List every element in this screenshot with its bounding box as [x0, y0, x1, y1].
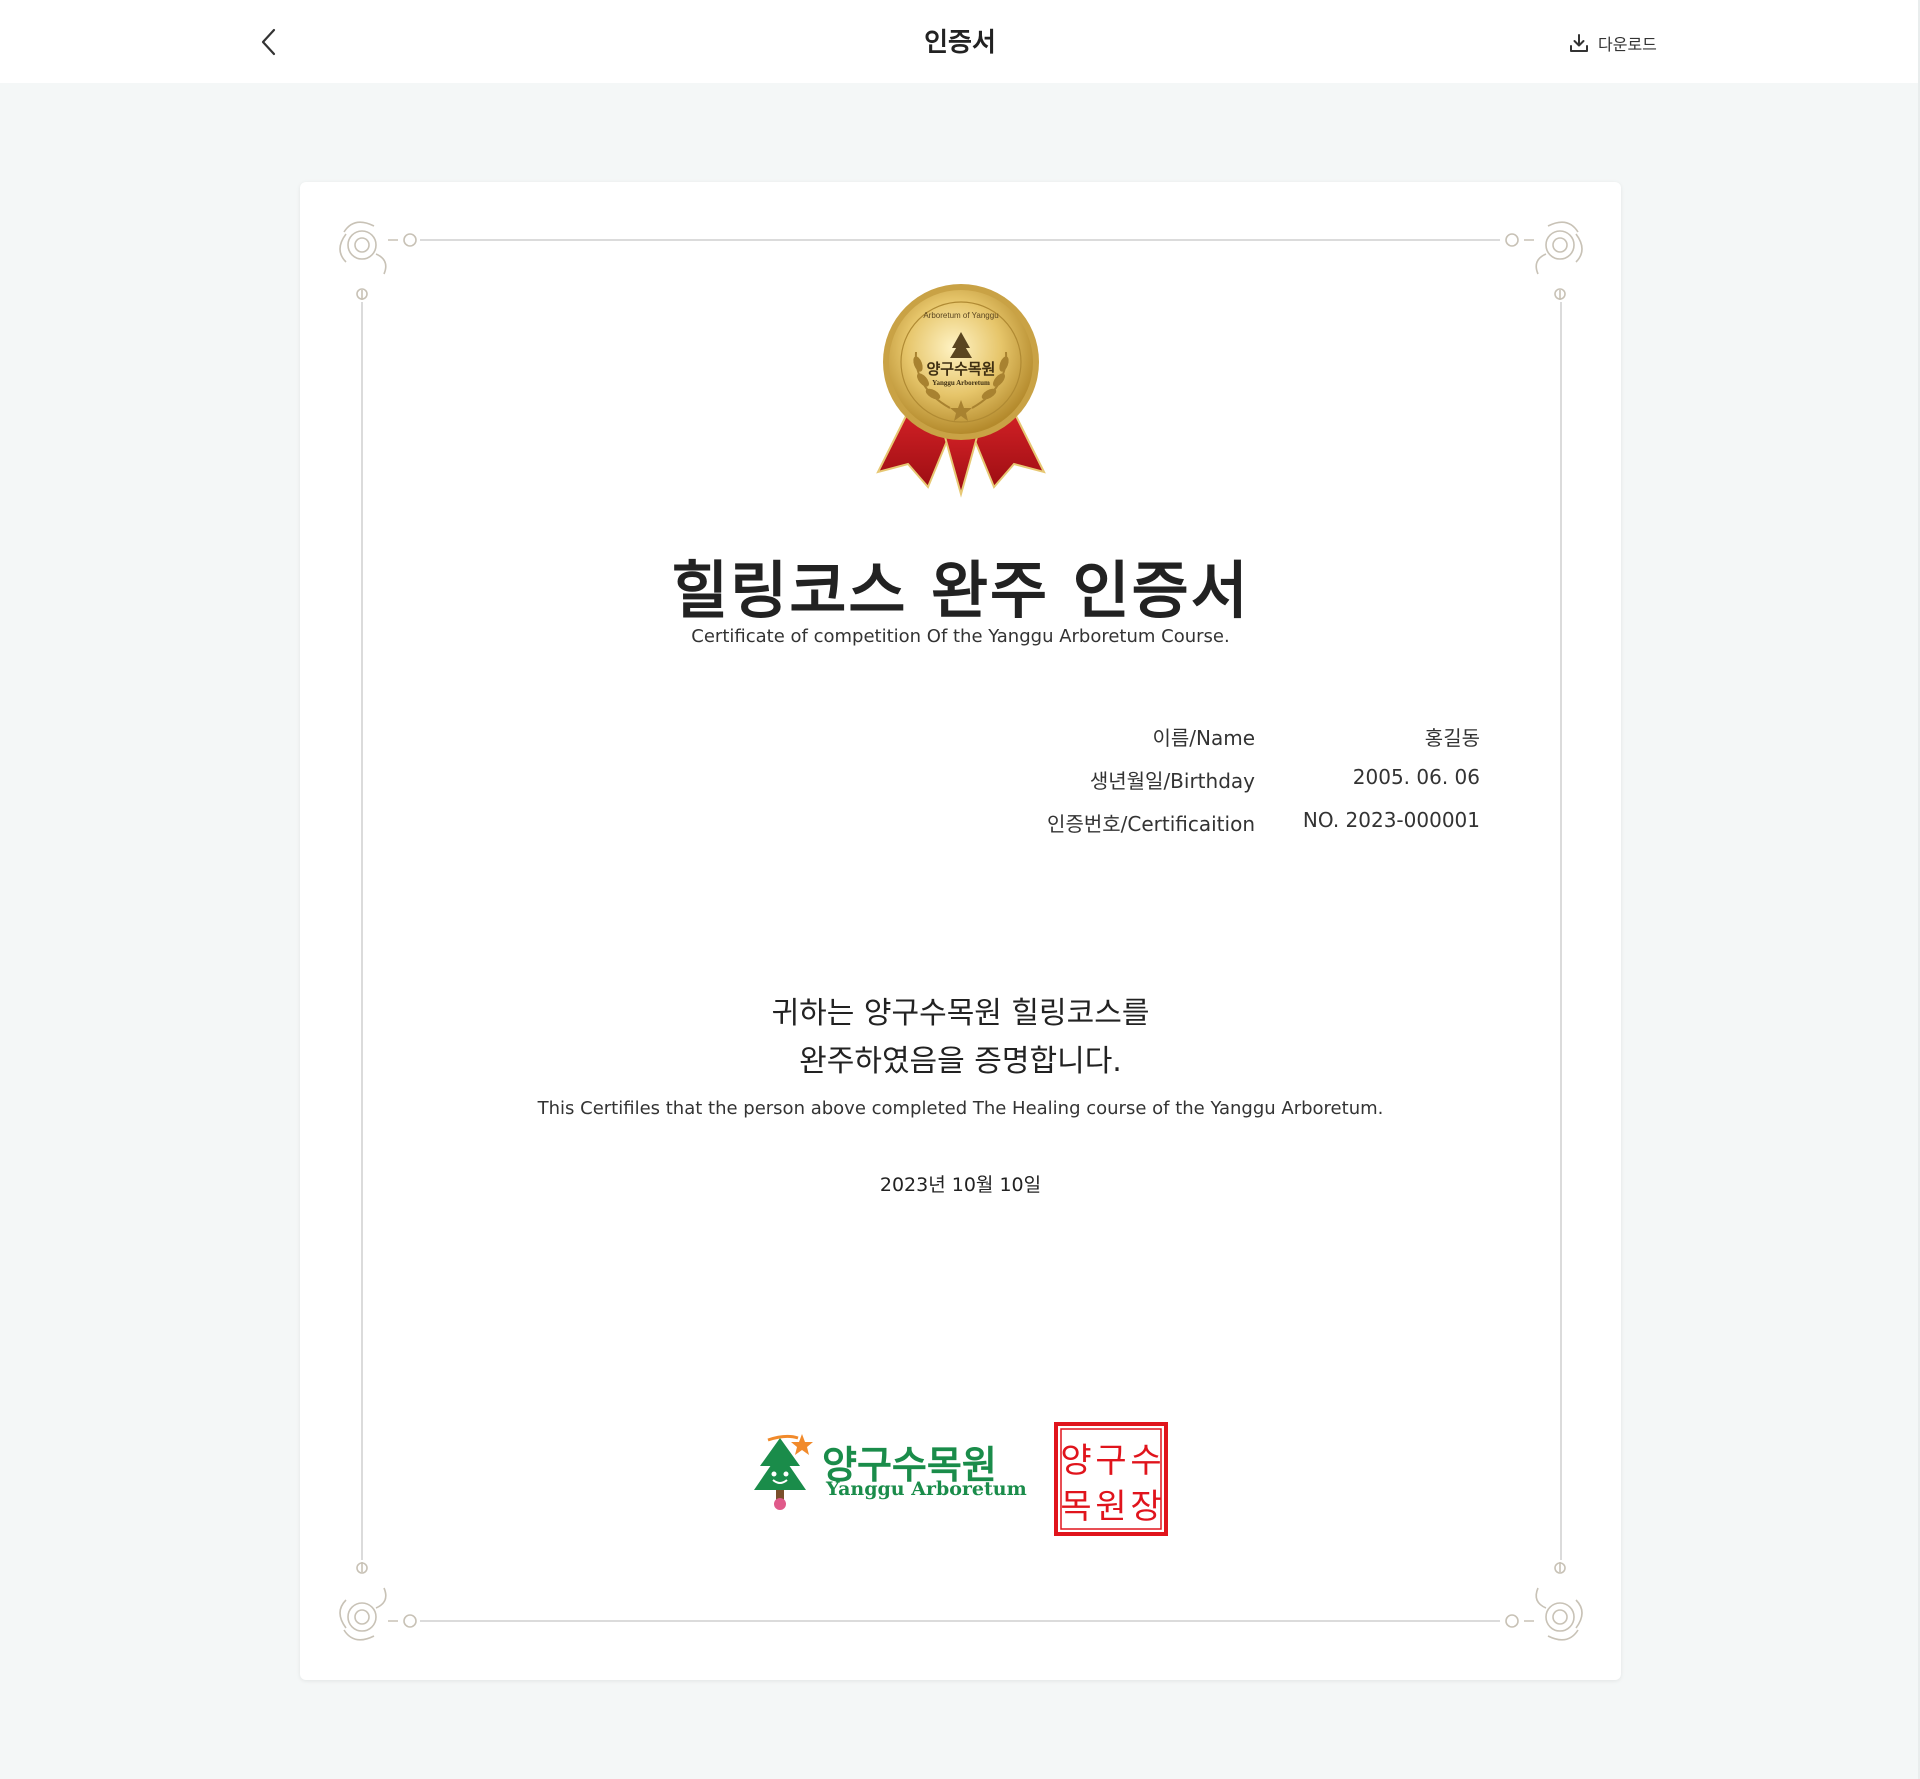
info-value: NO. 2023-000001: [1302, 808, 1480, 832]
arboretum-logo: 양구수목원 Yanggu Arboretum: [750, 1432, 1027, 1512]
info-value: 2005. 06. 06: [1352, 765, 1480, 789]
certificate-subtitle: Certificate of competition Of the Yanggu…: [691, 626, 1230, 647]
seal-char: 구: [1095, 1441, 1126, 1481]
info-row-certification: 인증번호/Certificaition NO. 2023-000001: [940, 808, 1480, 851]
info-label: 인증번호/Certificaition: [1047, 812, 1255, 836]
info-value: 홍길동: [1424, 726, 1480, 750]
corner-ornament-bl: [339, 1562, 417, 1641]
download-label: 다운로드: [1598, 35, 1657, 54]
info-label: 생년월일/Birthday: [1089, 769, 1255, 793]
certificate-title: 힐링코스 완주 인증서: [671, 554, 1250, 627]
statement-line-1: 귀하는 양구수목원 힐링코스를: [771, 996, 1150, 1031]
medal-ko-text: 양구수목원: [926, 360, 995, 378]
logo-english-text: Yanggu Arboretum: [826, 1478, 1027, 1500]
top-bar: 인증서 다운로드: [0, 0, 1920, 83]
medal-icon: Arboretum of Yanggu 양구수목원 Yanggu Arboret…: [876, 284, 1046, 498]
tree-icon: [754, 1434, 813, 1510]
info-table: 이름/Name 홍길동 생년월일/Birthday 2005. 06. 06 인…: [940, 722, 1480, 851]
info-row-birthday: 생년월일/Birthday 2005. 06. 06: [940, 765, 1480, 808]
statement: 귀하는 양구수목원 힐링코스를 완주하였음을 증명합니다.: [300, 990, 1621, 1086]
official-seal-icon: 양 구 수 목 원 장: [1054, 1422, 1168, 1536]
seal-char: 수: [1130, 1441, 1161, 1481]
info-row-name: 이름/Name 홍길동: [940, 722, 1480, 765]
seal-char: 목: [1060, 1487, 1091, 1527]
seal-char: 장: [1130, 1487, 1161, 1527]
medal-en-text: Yanggu Arboretum: [932, 379, 990, 387]
info-label: 이름/Name: [1152, 726, 1255, 750]
statement-english: This Certifiles that the person above co…: [537, 1098, 1384, 1119]
download-button[interactable]: 다운로드: [1568, 28, 1657, 58]
medal-top-text: Arboretum of Yanggu: [923, 311, 998, 320]
statement-line-2: 완주하였음을 증명합니다.: [799, 1044, 1122, 1079]
seal-char: 양: [1060, 1441, 1091, 1481]
download-icon: [1570, 34, 1588, 52]
seal-char: 원: [1095, 1487, 1126, 1527]
certificate-card: Arboretum of Yanggu 양구수목원 Yanggu Arboret…: [300, 182, 1621, 1680]
corner-ornament-tr: [1505, 221, 1583, 300]
corner-ornament-br: [1505, 1562, 1583, 1641]
corner-ornament-tl: [339, 221, 417, 300]
issue-date: 2023년 10월 10일: [879, 1174, 1042, 1196]
